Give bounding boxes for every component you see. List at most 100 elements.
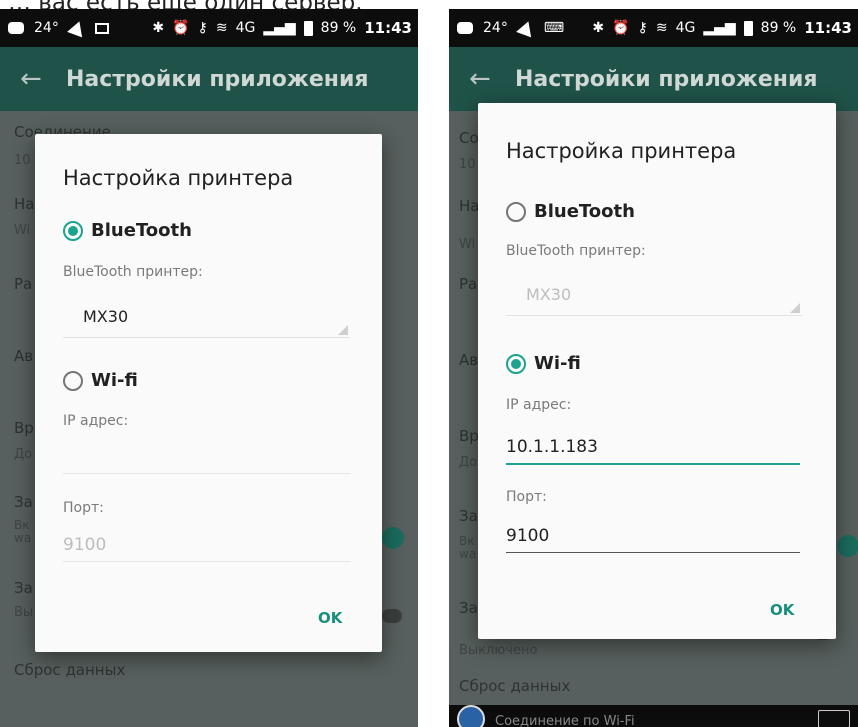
bluetooth-printer-label: BlueTooth принтер: [63, 264, 203, 280]
setting-title: Ра [14, 275, 33, 293]
bluetooth-option[interactable]: BlueTooth [506, 201, 635, 222]
bluetooth-printer-value: MX30 [526, 285, 572, 304]
setting-sub: Вк wa [14, 518, 32, 545]
dropdown-arrow-icon [790, 303, 800, 313]
dropdown-arrow-icon [338, 325, 348, 335]
setting-sub: Выключено [459, 643, 538, 658]
wifi-label: Wi-fi [91, 370, 138, 391]
network-type: 4G [675, 20, 696, 36]
ok-button[interactable]: OK [318, 609, 342, 627]
bluetooth-icon: ✱ [592, 20, 605, 36]
printer-settings-dialog: Настройка принтера BlueTooth BlueTooth п… [35, 134, 382, 652]
app-bar-title: Настройки приложения [515, 66, 818, 92]
ip-address-label: IP адрес: [506, 397, 572, 413]
setting-title: За [14, 579, 33, 597]
toggle-off-icon[interactable] [382, 609, 402, 623]
message-icon [457, 22, 473, 34]
radio-unchecked-icon[interactable] [506, 201, 526, 222]
status-bar: 24° ✱ ⏰ ⚷ ≋ 4G ▂▄▆ 89 % 11:43 [0, 9, 418, 47]
setting-sub: Wi [14, 223, 31, 238]
dialog-title: Настройка принтера [506, 139, 737, 163]
port-label: Порт: [63, 500, 104, 516]
phone-screenshot-right: 24° ⌨ ✱ ⏰ ⚷ ≋ 4G ▂▄▆ 89 % 11:43 ← Настро… [449, 9, 858, 727]
battery-icon [303, 20, 313, 36]
key-icon: ⚷ [637, 20, 648, 36]
setting-title: Вр [459, 427, 479, 445]
toggle-on-icon[interactable] [382, 527, 404, 549]
keyboard-icon: ⌨ [543, 20, 565, 36]
port-label: Порт: [506, 489, 547, 505]
bluetooth-option[interactable]: BlueTooth [63, 220, 192, 241]
port-input[interactable]: 9100 [63, 526, 351, 562]
keyboard-icon[interactable] [818, 710, 850, 727]
temperature: 24° [34, 20, 59, 36]
setting-sub: До [14, 447, 33, 462]
battery-icon [743, 20, 753, 36]
app-bar: ← Настройки приложения [449, 47, 858, 111]
wifi-icon: ≋ [655, 20, 668, 36]
bluetooth-label: BlueTooth [534, 201, 635, 222]
setting-title: За [459, 507, 478, 525]
image-icon [94, 22, 109, 34]
wifi-label: Wi-fi [534, 353, 581, 374]
wifi-option[interactable]: Wi-fi [506, 353, 581, 374]
navigation-icon [515, 18, 536, 38]
port-input[interactable]: 9100 [506, 517, 800, 553]
app-bar: ← Настройки приложения [0, 47, 418, 111]
ip-address-input[interactable]: 10.1.1.183 [506, 429, 800, 465]
status-bar: 24° ⌨ ✱ ⏰ ⚷ ≋ 4G ▂▄▆ 89 % 11:43 [449, 9, 858, 47]
navigation-icon [66, 18, 87, 38]
setting-title: За [459, 599, 478, 617]
setting-title: Со [459, 129, 479, 147]
setting-title: На [14, 195, 35, 213]
setting-sub: Wi [459, 237, 476, 252]
clock: 11:43 [364, 19, 412, 37]
ip-address-label: IP адрес: [63, 413, 129, 429]
signal-icon: ▂▄▆ [703, 20, 736, 36]
network-type: 4G [235, 20, 256, 36]
setting-title: На [459, 197, 480, 215]
signal-icon: ▂▄▆ [263, 20, 296, 36]
wifi-option[interactable]: Wi-fi [63, 370, 138, 391]
bluetooth-printer-select[interactable]: MX30 [63, 297, 350, 338]
phone-screenshot-left: 24° ✱ ⏰ ⚷ ≋ 4G ▂▄▆ 89 % 11:43 ← Настройк… [0, 9, 418, 727]
setting-reset-data[interactable]: Сброс данных [459, 677, 570, 695]
setting-sub: 10 [459, 157, 476, 172]
radio-unchecked-icon[interactable] [63, 370, 83, 391]
ok-button[interactable]: OK [770, 601, 794, 619]
app-bar-title: Настройки приложения [66, 66, 369, 92]
bluetooth-icon: ✱ [152, 20, 165, 36]
ip-address-input[interactable] [63, 438, 351, 474]
wifi-connect-app-icon[interactable] [457, 705, 485, 727]
setting-title: Ра [459, 275, 478, 293]
key-icon: ⚷ [197, 20, 208, 36]
bluetooth-printer-select[interactable]: MX30 [506, 275, 802, 316]
dialog-title: Настройка принтера [63, 166, 294, 190]
toggle-on-icon[interactable] [837, 535, 858, 557]
notification-bar: Соединение по Wi-Fi [449, 705, 858, 727]
setting-sub: Вк wa [459, 534, 477, 561]
printer-settings-dialog: Настройка принтера BlueTooth BlueTooth п… [478, 103, 836, 639]
bluetooth-printer-value: MX30 [83, 307, 129, 326]
setting-sub: До [459, 455, 478, 470]
setting-sub: Вы [14, 605, 34, 620]
setting-title: Ав [459, 351, 479, 369]
alarm-icon: ⏰ [612, 20, 630, 36]
battery-level: 89 % [760, 20, 797, 36]
message-icon [8, 22, 24, 34]
bluetooth-printer-label: BlueTooth принтер: [506, 243, 646, 259]
back-arrow-icon[interactable]: ← [20, 64, 50, 94]
clock: 11:43 [804, 19, 852, 37]
battery-level: 89 % [320, 20, 357, 36]
setting-sub: 10 [14, 153, 31, 168]
setting-title: Вр [14, 419, 34, 437]
setting-title: Ав [14, 347, 34, 365]
setting-title: За [14, 493, 33, 511]
radio-checked-icon[interactable] [63, 220, 83, 241]
bluetooth-label: BlueTooth [91, 220, 192, 241]
setting-reset-data[interactable]: Сброс данных [14, 661, 125, 679]
alarm-icon: ⏰ [172, 20, 190, 36]
radio-checked-icon[interactable] [506, 353, 526, 374]
notification-text: Соединение по Wi-Fi [495, 713, 635, 727]
back-arrow-icon[interactable]: ← [469, 64, 499, 94]
